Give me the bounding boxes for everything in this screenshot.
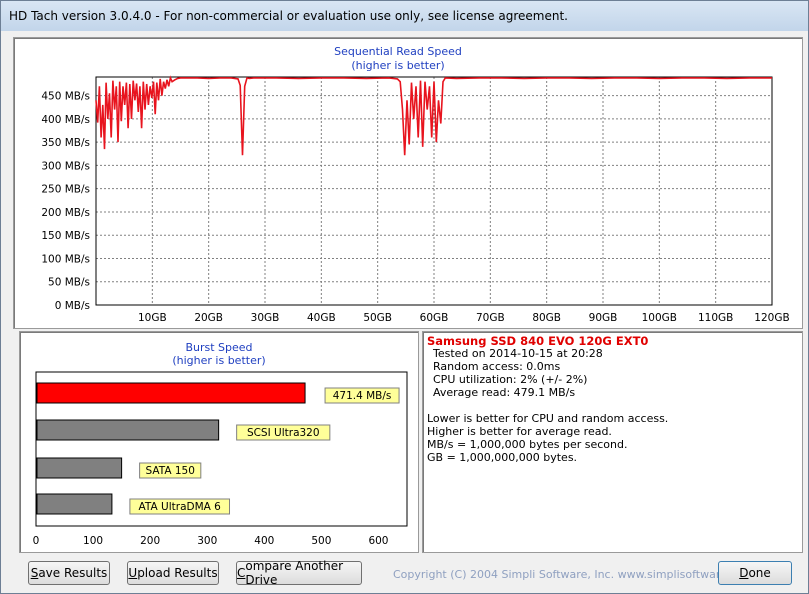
y-tick-label: 50 MB/s [48,277,90,289]
drive-info-panel: Samsung SSD 840 EVO 120G EXT0 Tested on … [422,331,803,553]
y-tick-label: 200 MB/s [41,207,90,219]
y-tick-label: 400 MB/s [41,114,90,126]
burst-x-tick-label: 200 [140,535,160,547]
burst-x-axis-labels: 0 100 200 300 400 500 600 [33,535,389,547]
save-results-hotkey: S [30,566,39,580]
upload-results-button[interactable]: Upload Results [127,561,219,585]
upload-results-hotkey: U [128,566,138,580]
random-access: Random access: 0.0ms [433,360,561,373]
done-label: one [748,566,771,580]
y-tick-label: 100 MB/s [41,253,90,265]
note-lower-better: Lower is better for CPU and random acces… [427,412,669,425]
burst-x-tick-label: 600 [368,535,388,547]
x-tick-label: 60GB [420,312,449,324]
cpu-utilization: CPU utilization: 2% (+/- 2%) [433,373,588,386]
copyright-link[interactable]: Copyright (C) 2004 Simpli Software, Inc.… [393,568,754,581]
burst-x-tick-label: 300 [197,535,217,547]
y-tick-label: 350 MB/s [41,137,90,149]
burst-label: ATA UltraDMA 6 [139,501,222,513]
x-tick-label: 100GB [642,312,677,324]
burst-bars: 471.4 MB/s SCSI Ultra320 SATA 150 ATA Ultra… [36,382,400,515]
done-hotkey: D [739,566,749,580]
x-tick-label: 80GB [532,312,561,324]
compare-label: ompare Another Drive [245,559,344,587]
y-tick-label: 300 MB/s [41,160,90,172]
burst-bar [36,493,113,515]
hd-tach-window: HD Tach version 3.0.4.0 - For non-commer… [0,0,809,594]
y-tick-label: 450 MB/s [41,91,90,103]
chart-title: Sequential Read Speed [334,45,462,58]
x-tick-label: 90GB [589,312,618,324]
burst-x-tick-label: 400 [254,535,274,547]
y-tick-label: 250 MB/s [41,184,90,196]
burst-bar [36,382,306,404]
x-axis-labels: 10GB 20GB 30GB 40GB 50GB 60GB 70GB 80GB 90GB 100G… [138,312,790,324]
burst-bar [36,419,220,441]
compare-another-drive-button[interactable]: Compare Another Drive [236,559,362,587]
x-tick-label: 70GB [476,312,505,324]
sequential-read-panel: Sequential Read Speed (higher is better)… [13,37,803,329]
note-higher-better: Higher is better for average read. [427,425,612,438]
chart-grid [96,77,772,305]
chart-subtitle: (higher is better) [351,59,444,72]
upload-results-label: pload Results [137,566,218,580]
burst-speed-chart: Burst Speed (higher is better) 471.4 MB/… [33,341,408,547]
note-mbps-definition: MB/s = 1,000,000 bytes per second. [427,438,628,451]
burst-label: SCSI Ultra320 [247,427,320,439]
burst-x-tick-label: 100 [83,535,103,547]
done-button[interactable]: Done [718,561,792,585]
burst-label: SATA 150 [146,465,195,477]
y-tick-label: 150 MB/s [41,230,90,242]
compare-hotkey: C [237,566,246,580]
x-tick-label: 20GB [194,312,223,324]
save-results-button[interactable]: Save Results [28,561,110,585]
burst-subtitle: (higher is better) [172,354,265,367]
x-tick-label: 10GB [138,312,167,324]
burst-bar [36,457,123,479]
window-title: HD Tach version 3.0.4.0 - For non-commer… [9,9,568,23]
average-read: Average read: 479.1 MB/s [433,386,576,399]
x-tick-label: 110GB [698,312,733,324]
burst-speed-panel: Burst Speed (higher is better) 471.4 MB/… [19,331,419,553]
drive-name: Samsung SSD 840 EVO 120G EXT0 [427,334,649,348]
x-tick-label: 50GB [363,312,392,324]
tested-on: Tested on 2014-10-15 at 20:28 [433,347,603,360]
sequential-read-chart: Sequential Read Speed (higher is better)… [41,45,790,324]
x-tick-label: 30GB [251,312,280,324]
x-tick-label: 40GB [307,312,336,324]
x-tick-label: 120GB [754,312,789,324]
note-gb-definition: GB = 1,000,000,000 bytes. [427,451,578,464]
burst-x-tick-label: 500 [311,535,331,547]
title-bar: HD Tach version 3.0.4.0 - For non-commer… [1,1,808,31]
burst-title: Burst Speed [185,341,252,354]
read-speed-line [95,75,772,156]
save-results-label: ave Results [38,566,108,580]
y-axis-labels: 0 MB/s 50 MB/s 100 MB/s 150 MB/s 200 MB/s 250… [41,91,90,312]
y-tick-label: 0 MB/s [55,300,90,312]
burst-x-tick-label: 0 [33,535,40,547]
burst-label: 471.4 MB/s [333,390,392,402]
